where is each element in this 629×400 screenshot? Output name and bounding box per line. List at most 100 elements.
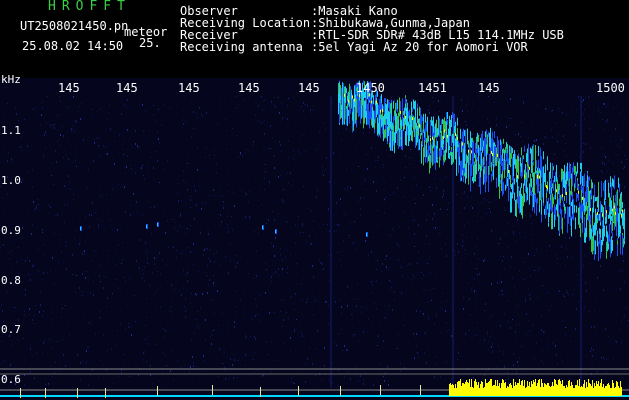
noise-pixel: [254, 230, 255, 232]
noise-pixel: [280, 175, 281, 176]
noise-pixel: [322, 170, 323, 172]
noise-pixel: [261, 204, 262, 205]
noise-pixel: [158, 109, 159, 110]
echo-streak: [567, 162, 568, 181]
echo-streak: [479, 171, 480, 187]
noise-pixel: [575, 206, 576, 207]
noise-pixel: [624, 155, 625, 156]
noise-pixel: [543, 143, 544, 145]
level-sample: [582, 387, 583, 396]
noise-pixel: [397, 348, 398, 349]
noise-pixel: [193, 362, 194, 364]
noise-pixel: [92, 202, 93, 204]
noise-pixel: [210, 260, 211, 262]
echo-streak: [390, 130, 391, 151]
noise-pixel: [303, 110, 304, 112]
noise-pixel: [282, 117, 283, 119]
noise-pixel: [16, 113, 17, 115]
echo-streak: [580, 163, 581, 170]
echo-streak: [619, 207, 620, 219]
time-tick-label: 145: [238, 81, 260, 95]
noise-pixel: [180, 215, 181, 216]
noise-pixel: [447, 209, 448, 210]
noise-pixel: [355, 249, 356, 251]
echo-streak: [587, 187, 588, 203]
noise-pixel: [578, 124, 579, 125]
noise-pixel: [236, 135, 237, 136]
level-sample: [484, 387, 485, 396]
noise-pixel: [546, 119, 547, 120]
noise-pixel: [86, 350, 87, 352]
noise-pixel: [203, 355, 204, 357]
echo-streak: [377, 117, 378, 136]
noise-pixel: [390, 281, 391, 283]
echo-streak: [420, 111, 421, 125]
noise-pixel: [222, 363, 223, 364]
echo-streak: [474, 161, 475, 182]
noise-pixel: [464, 249, 465, 251]
noise-pixel: [126, 105, 127, 107]
noise-pixel: [102, 220, 103, 221]
noise-pixel: [201, 113, 202, 115]
echo-streak: [604, 181, 605, 192]
noise-pixel: [144, 280, 145, 282]
noise-pixel: [240, 299, 241, 300]
noise-pixel: [383, 340, 384, 342]
noise-pixel: [345, 213, 346, 214]
noise-pixel: [44, 134, 45, 136]
noise-pixel: [121, 263, 122, 264]
noise-pixel: [507, 321, 508, 323]
noise-pixel: [379, 325, 380, 326]
noise-pixel: [278, 268, 279, 270]
noise-pixel: [311, 243, 312, 245]
level-sample: [611, 388, 612, 396]
noise-pixel: [173, 246, 174, 248]
noise-pixel: [232, 128, 233, 129]
noise-pixel: [202, 335, 203, 336]
noise-pixel: [287, 272, 288, 273]
noise-pixel: [572, 257, 573, 258]
noise-pixel: [384, 183, 385, 184]
echo-streak: [593, 225, 594, 241]
noise-pixel: [366, 292, 367, 293]
noise-pixel: [506, 126, 507, 128]
noise-pixel: [552, 136, 553, 138]
level-sample: [489, 381, 490, 396]
noise-pixel: [278, 176, 279, 178]
noise-pixel: [270, 283, 271, 284]
echo-streak: [554, 218, 555, 227]
noise-pixel: [197, 311, 198, 312]
noise-pixel: [234, 205, 235, 207]
noise-pixel: [599, 117, 600, 118]
noise-pixel: [476, 308, 477, 309]
echo-streak: [381, 94, 382, 104]
noise-pixel: [384, 190, 385, 191]
noise-pixel: [22, 227, 23, 229]
noise-pixel: [209, 279, 210, 281]
echo-streak: [615, 208, 616, 227]
noise-pixel: [91, 117, 92, 118]
noise-pixel: [489, 202, 490, 203]
noise-pixel: [303, 278, 304, 279]
echo-streak: [549, 177, 550, 192]
level-sample: [467, 382, 468, 396]
level-sample: [590, 384, 591, 396]
noise-pixel: [160, 273, 161, 275]
echo-streak: [465, 129, 466, 143]
noise-pixel: [354, 334, 355, 335]
noise-pixel: [564, 296, 565, 297]
level-sample: [520, 385, 521, 396]
echo-streak: [351, 92, 352, 100]
noise-pixel: [308, 208, 309, 209]
echo-streak: [553, 166, 554, 171]
noise-pixel: [421, 198, 422, 199]
noise-pixel: [416, 184, 417, 186]
echo-streak: [470, 174, 471, 192]
level-sample: [536, 386, 537, 396]
noise-pixel: [375, 258, 376, 259]
echo-streak: [437, 128, 438, 138]
noise-pixel: [239, 104, 240, 105]
level-sample: [534, 382, 535, 396]
noise-pixel: [291, 381, 292, 383]
noise-pixel: [60, 129, 61, 130]
